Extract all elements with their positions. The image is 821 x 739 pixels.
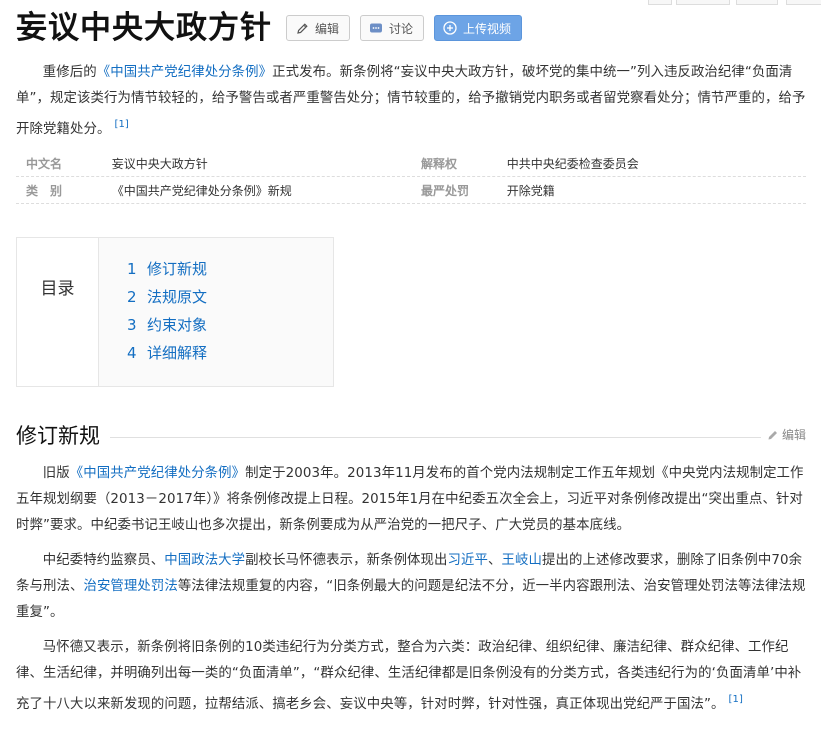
info-value: 妄议中央大政方针 bbox=[111, 156, 208, 171]
toc-item-label: 修订新规 bbox=[147, 260, 208, 278]
section-title: 修订新规 bbox=[16, 420, 110, 452]
toc-item-label: 法规原文 bbox=[147, 288, 208, 306]
toc-item-number: 4 bbox=[127, 344, 137, 362]
section-paragraph: 中纪委特约监察员、中国政法大学副校长马怀德表示，新条例体现出习近平、王岐山提出的… bbox=[16, 548, 806, 626]
toc-item[interactable]: 3 约束对象 bbox=[127, 314, 207, 342]
toc-item[interactable]: 4 详细解释 bbox=[127, 342, 207, 370]
edit-button[interactable]: 编辑 bbox=[286, 15, 351, 41]
regulation-link[interactable]: 《中国共产党纪律处分条例》 bbox=[70, 466, 245, 481]
info-key: 最严处罚 bbox=[421, 183, 470, 198]
toc-item-number: 2 bbox=[127, 288, 137, 306]
discuss-button-label: 讨论 bbox=[389, 21, 414, 36]
toc-list: 1 修订新规 2 法规原文 3 约束对象 4 详细解释 bbox=[127, 258, 207, 370]
info-value: 中共中央纪委检查委员会 bbox=[506, 156, 639, 171]
info-key: 解释权 bbox=[421, 156, 458, 171]
pencil-icon bbox=[767, 429, 779, 441]
discuss-button[interactable]: 讨论 bbox=[360, 15, 425, 41]
toc-item[interactable]: 1 修订新规 bbox=[127, 258, 207, 286]
intro-paragraph: 重修后的《中国共产党纪律处分条例》正式发布。新条例将“妄议中央大政方针，破坏党的… bbox=[16, 60, 806, 143]
reference-link[interactable]: [1] bbox=[729, 694, 743, 705]
paragraph-text: 、 bbox=[488, 553, 502, 568]
paragraph-text: 中纪委特约监察员、 bbox=[42, 553, 165, 568]
section-edit-label: 编辑 bbox=[781, 428, 806, 442]
top-strip-tab[interactable] bbox=[648, 0, 672, 5]
toc-heading: 目录 bbox=[17, 238, 99, 386]
info-key: 类 别 bbox=[26, 183, 63, 198]
section-header: 修订新规 编辑 bbox=[16, 420, 806, 452]
university-link[interactable]: 中国政法大学 bbox=[164, 553, 245, 568]
section-paragraph: 旧版《中国共产党纪律处分条例》制定于2003年。2013年11月发布的首个党内法… bbox=[16, 461, 806, 539]
person-link[interactable]: 习近平 bbox=[448, 553, 488, 568]
paragraph-text: 副校长马怀德表示，新条例体现出 bbox=[245, 553, 448, 568]
top-strip-tab[interactable] bbox=[736, 0, 778, 5]
chat-bubble-icon bbox=[369, 21, 383, 35]
toc-item-number: 1 bbox=[127, 260, 137, 278]
paragraph-text: 旧版 bbox=[42, 466, 70, 481]
upload-video-button-label: 上传视频 bbox=[463, 21, 512, 36]
info-row: 中文名 妄议中央大政方针 解释权 中共中央纪委检查委员会 bbox=[16, 150, 806, 177]
edit-button-label: 编辑 bbox=[315, 21, 340, 36]
upload-video-button[interactable]: 上传视频 bbox=[434, 15, 523, 41]
toc-item-number: 3 bbox=[127, 316, 137, 334]
section-divider bbox=[16, 437, 806, 438]
top-toolbar-strip bbox=[640, 0, 821, 5]
plus-circle-icon bbox=[443, 21, 457, 35]
info-key: 中文名 bbox=[26, 156, 63, 171]
section-paragraph: 马怀德又表示，新条例将旧条例的10类违纪行为分类方式，整合为六类：政治纪律、组织… bbox=[16, 635, 806, 718]
regulation-link[interactable]: 《中国共产党纪律处分条例》 bbox=[97, 65, 272, 80]
paragraph-text: 马怀德又表示，新条例将旧条例的10类违纪行为分类方式，整合为六类：政治纪律、组织… bbox=[16, 640, 802, 712]
person-link[interactable]: 王岐山 bbox=[502, 553, 542, 568]
law-link[interactable]: 治安管理处罚法 bbox=[83, 579, 177, 594]
top-strip-tab[interactable] bbox=[786, 0, 821, 5]
info-value: 《中国共产党纪律处分条例》新规 bbox=[111, 183, 292, 198]
toc-item-label: 约束对象 bbox=[147, 316, 208, 334]
info-row: 类 别 《中国共产党纪律处分条例》新规 最严处罚 开除党籍 bbox=[16, 177, 806, 204]
title-row: 妄议中央大政方针 编辑 讨论 上传视频 bbox=[16, 8, 523, 48]
page-title: 妄议中央大政方针 bbox=[16, 10, 272, 46]
toc-item[interactable]: 2 法规原文 bbox=[127, 286, 207, 314]
top-strip-tab[interactable] bbox=[676, 0, 730, 5]
intro-text: 重修后的 bbox=[42, 65, 97, 80]
table-of-contents: 目录 1 修订新规 2 法规原文 3 约束对象 4 详细解释 bbox=[16, 237, 334, 387]
pencil-icon bbox=[295, 21, 309, 35]
info-value: 开除党籍 bbox=[506, 183, 555, 198]
reference-link[interactable]: [1] bbox=[114, 119, 128, 130]
section-edit-button[interactable]: 编辑 bbox=[760, 426, 806, 443]
toc-item-label: 详细解释 bbox=[147, 344, 208, 362]
basic-info-box: 中文名 妄议中央大政方针 解释权 中共中央纪委检查委员会 类 别 《中国共产党纪… bbox=[16, 150, 806, 204]
